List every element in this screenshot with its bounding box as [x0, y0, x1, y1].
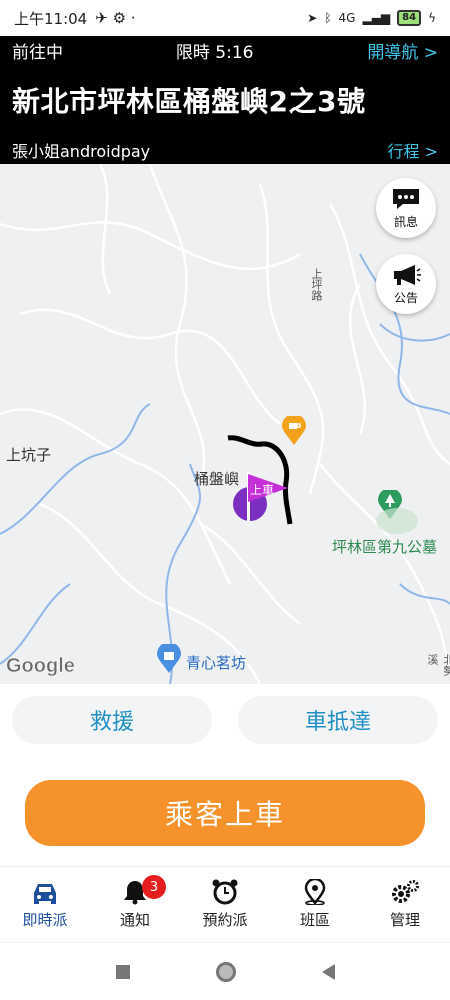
- location-icon: ➤: [307, 11, 318, 25]
- alarm-clock-icon: [212, 879, 238, 905]
- tab-management[interactable]: 管理: [360, 867, 450, 942]
- bluetooth-icon: ᛒ: [324, 11, 332, 25]
- network-type: 4G: [338, 11, 356, 25]
- location-pin-icon: [304, 879, 326, 905]
- passenger-name: 張小姐androidpay: [12, 142, 151, 161]
- tab-instant-dispatch[interactable]: 即時派: [0, 867, 90, 942]
- poi-label: 青心茗坊: [186, 654, 247, 672]
- passenger-boarded-button[interactable]: 乘客上車: [25, 780, 425, 846]
- tab-label: 預約派: [202, 911, 248, 929]
- park-area: [376, 508, 418, 534]
- shopping-bag-icon: [157, 642, 181, 673]
- tab-label: 管理: [389, 911, 420, 929]
- pickup-address: 新北市坪林區桶盤嶼2之3號: [12, 85, 366, 118]
- message-label: 訊息: [393, 214, 418, 229]
- time-limit: 限時 5:16: [175, 43, 254, 63]
- tab-reservations[interactable]: 預約派: [180, 867, 270, 942]
- tab-label: 通知: [119, 911, 150, 929]
- tab-zones[interactable]: 班區: [270, 867, 360, 942]
- map-terrain: [0, 164, 450, 684]
- open-navigation-link[interactable]: 開導航 >: [367, 38, 438, 63]
- home-button[interactable]: [215, 961, 236, 982]
- action-panel: 救援 車抵達 乘客上車: [0, 684, 450, 864]
- tab-notifications[interactable]: 3 通知: [90, 867, 180, 942]
- clock: 上午11:04: [14, 9, 88, 28]
- back-button[interactable]: [321, 963, 335, 980]
- trip-details-link[interactable]: 行程 >: [388, 138, 439, 162]
- chat-bubble-icon: [393, 188, 419, 209]
- notification-badge: 3: [142, 875, 166, 899]
- battery-icon: 84: [397, 10, 422, 26]
- message-button[interactable]: 訊息: [376, 178, 436, 238]
- bottom-tab-bar: 即時派 3 通知 預約派 班區 管理: [0, 866, 450, 942]
- google-logo: Google: [6, 655, 75, 678]
- pickup-marker-label: 上車: [250, 483, 275, 497]
- rescue-button[interactable]: 救援: [12, 696, 212, 744]
- coffee-icon: [282, 414, 306, 445]
- road-label: 北勢溪: [426, 654, 450, 676]
- car-icon: [34, 884, 56, 904]
- notification-icons: ✈ ⚙ ·: [95, 9, 136, 27]
- signal-icon: ▂▄▆: [362, 11, 391, 25]
- tab-label: 即時派: [22, 911, 68, 929]
- charging-icon: ϟ: [428, 11, 436, 25]
- poi-label: 坪林區第九公墓: [332, 538, 438, 556]
- map-label: 上坑子: [6, 446, 52, 464]
- shop-marker[interactable]: [157, 642, 181, 674]
- announcement-button[interactable]: 公告: [376, 254, 436, 314]
- pickup-marker[interactable]: 上車: [230, 472, 290, 522]
- map-view[interactable]: 上坑子 桶盤嶼 上坪路 北勢溪 坪林區第九公墓 青心茗坊 上車 訊息 公告 Go…: [0, 164, 450, 684]
- announcement-label: 公告: [393, 290, 418, 305]
- car-arrived-button[interactable]: 車抵達: [238, 696, 438, 744]
- trip-status: 前往中: [12, 43, 63, 63]
- trip-header: 前往中 限時 5:16 開導航 > 新北市坪林區桶盤嶼2之3號 張小姐andro…: [0, 36, 450, 164]
- road-label: 上坪路: [310, 268, 323, 301]
- tab-label: 班區: [299, 911, 330, 929]
- status-bar: 上午11:04 ✈ ⚙ · ➤ ᛒ 4G ▂▄▆ 84 ϟ: [0, 0, 450, 36]
- cafe-marker[interactable]: [282, 414, 306, 446]
- recents-button[interactable]: [115, 964, 130, 979]
- megaphone-icon: [394, 264, 421, 285]
- system-navigation-bar: [0, 942, 450, 1000]
- gears-icon: [392, 880, 419, 903]
